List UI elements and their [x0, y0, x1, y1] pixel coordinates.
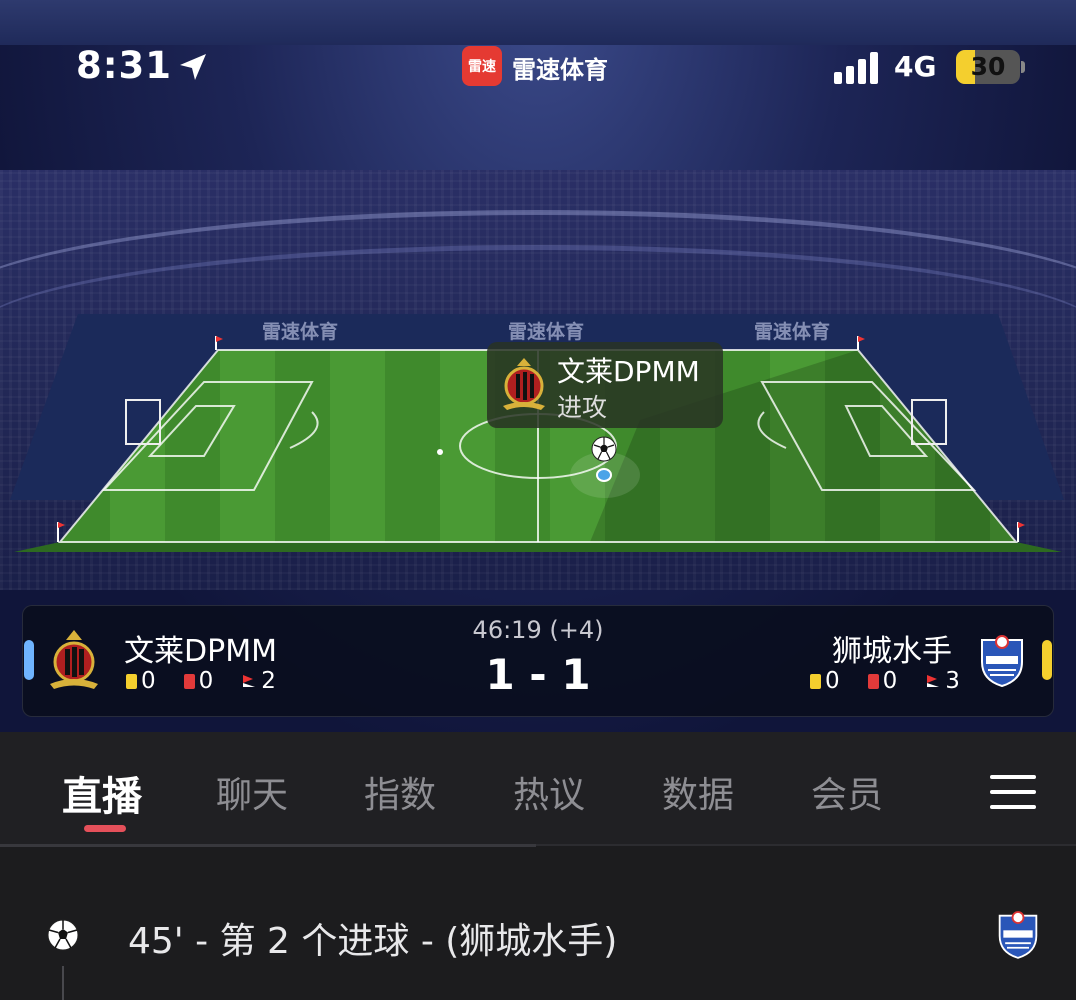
signal-strength-icon — [834, 52, 878, 84]
away-red-count: 0 — [882, 668, 898, 694]
location-arrow-icon — [180, 54, 206, 80]
tab-chat[interactable]: 聊天 — [216, 766, 288, 818]
yellow-card-icon — [810, 673, 821, 689]
away-yellow-count: 0 — [825, 668, 840, 694]
away-team-name[interactable]: 狮城水手 — [832, 626, 952, 670]
network-type: 4G — [894, 50, 937, 83]
event-timeline-line — [62, 966, 64, 1000]
battery-percent: 30 — [970, 52, 1006, 81]
dpmm-crest-icon — [503, 358, 545, 410]
tab-divider-highlight — [0, 844, 536, 847]
live-event-tooltip: 文莱DPMM 进攻 — [487, 342, 723, 428]
ad-board-text: 雷速体育 — [754, 320, 830, 343]
kickoff-marker — [437, 449, 443, 455]
tab-discussion[interactable]: 热议 — [513, 766, 585, 818]
menu-icon[interactable] — [990, 772, 1036, 812]
status-time: 8:31 — [76, 44, 173, 87]
tab-membership[interactable]: 会员 — [811, 766, 883, 818]
corner-flag-icon — [1018, 522, 1025, 528]
ball-position-marker — [596, 468, 612, 482]
tab-data[interactable]: 数据 — [662, 766, 734, 818]
tooltip-team-name: 文莱DPMM — [557, 355, 700, 388]
tab-live[interactable]: 直播 — [62, 764, 142, 822]
soccer-ball-icon — [591, 436, 617, 462]
tab-odds[interactable]: 指数 — [364, 766, 436, 818]
active-tab-indicator — [84, 825, 126, 832]
ad-board-text: 雷速体育 — [262, 320, 338, 343]
away-team-crest-icon[interactable] — [978, 632, 1026, 688]
app-name: 雷速体育 — [512, 56, 608, 84]
battery-icon: 30 — [956, 50, 1020, 84]
away-team-crest-icon — [998, 911, 1038, 959]
pitch-edge — [14, 542, 1062, 552]
ad-board-text: 雷速体育 — [508, 320, 584, 343]
away-team-stats: 0 0 3 — [810, 668, 960, 694]
soccer-ball-icon — [47, 919, 79, 951]
tooltip-action: 进攻 — [557, 393, 608, 422]
corner-flag-icon — [58, 522, 65, 528]
corner-kick-icon — [927, 675, 940, 687]
event-item-text[interactable]: 45' - 第 2 个进球 - (狮城水手) — [128, 912, 617, 964]
away-corner-count: 3 — [945, 668, 960, 694]
stadium-lights — [0, 0, 1076, 45]
battery-tip — [1021, 61, 1025, 73]
red-card-icon — [867, 673, 879, 689]
app-logo-badge: 雷速 — [462, 46, 502, 86]
